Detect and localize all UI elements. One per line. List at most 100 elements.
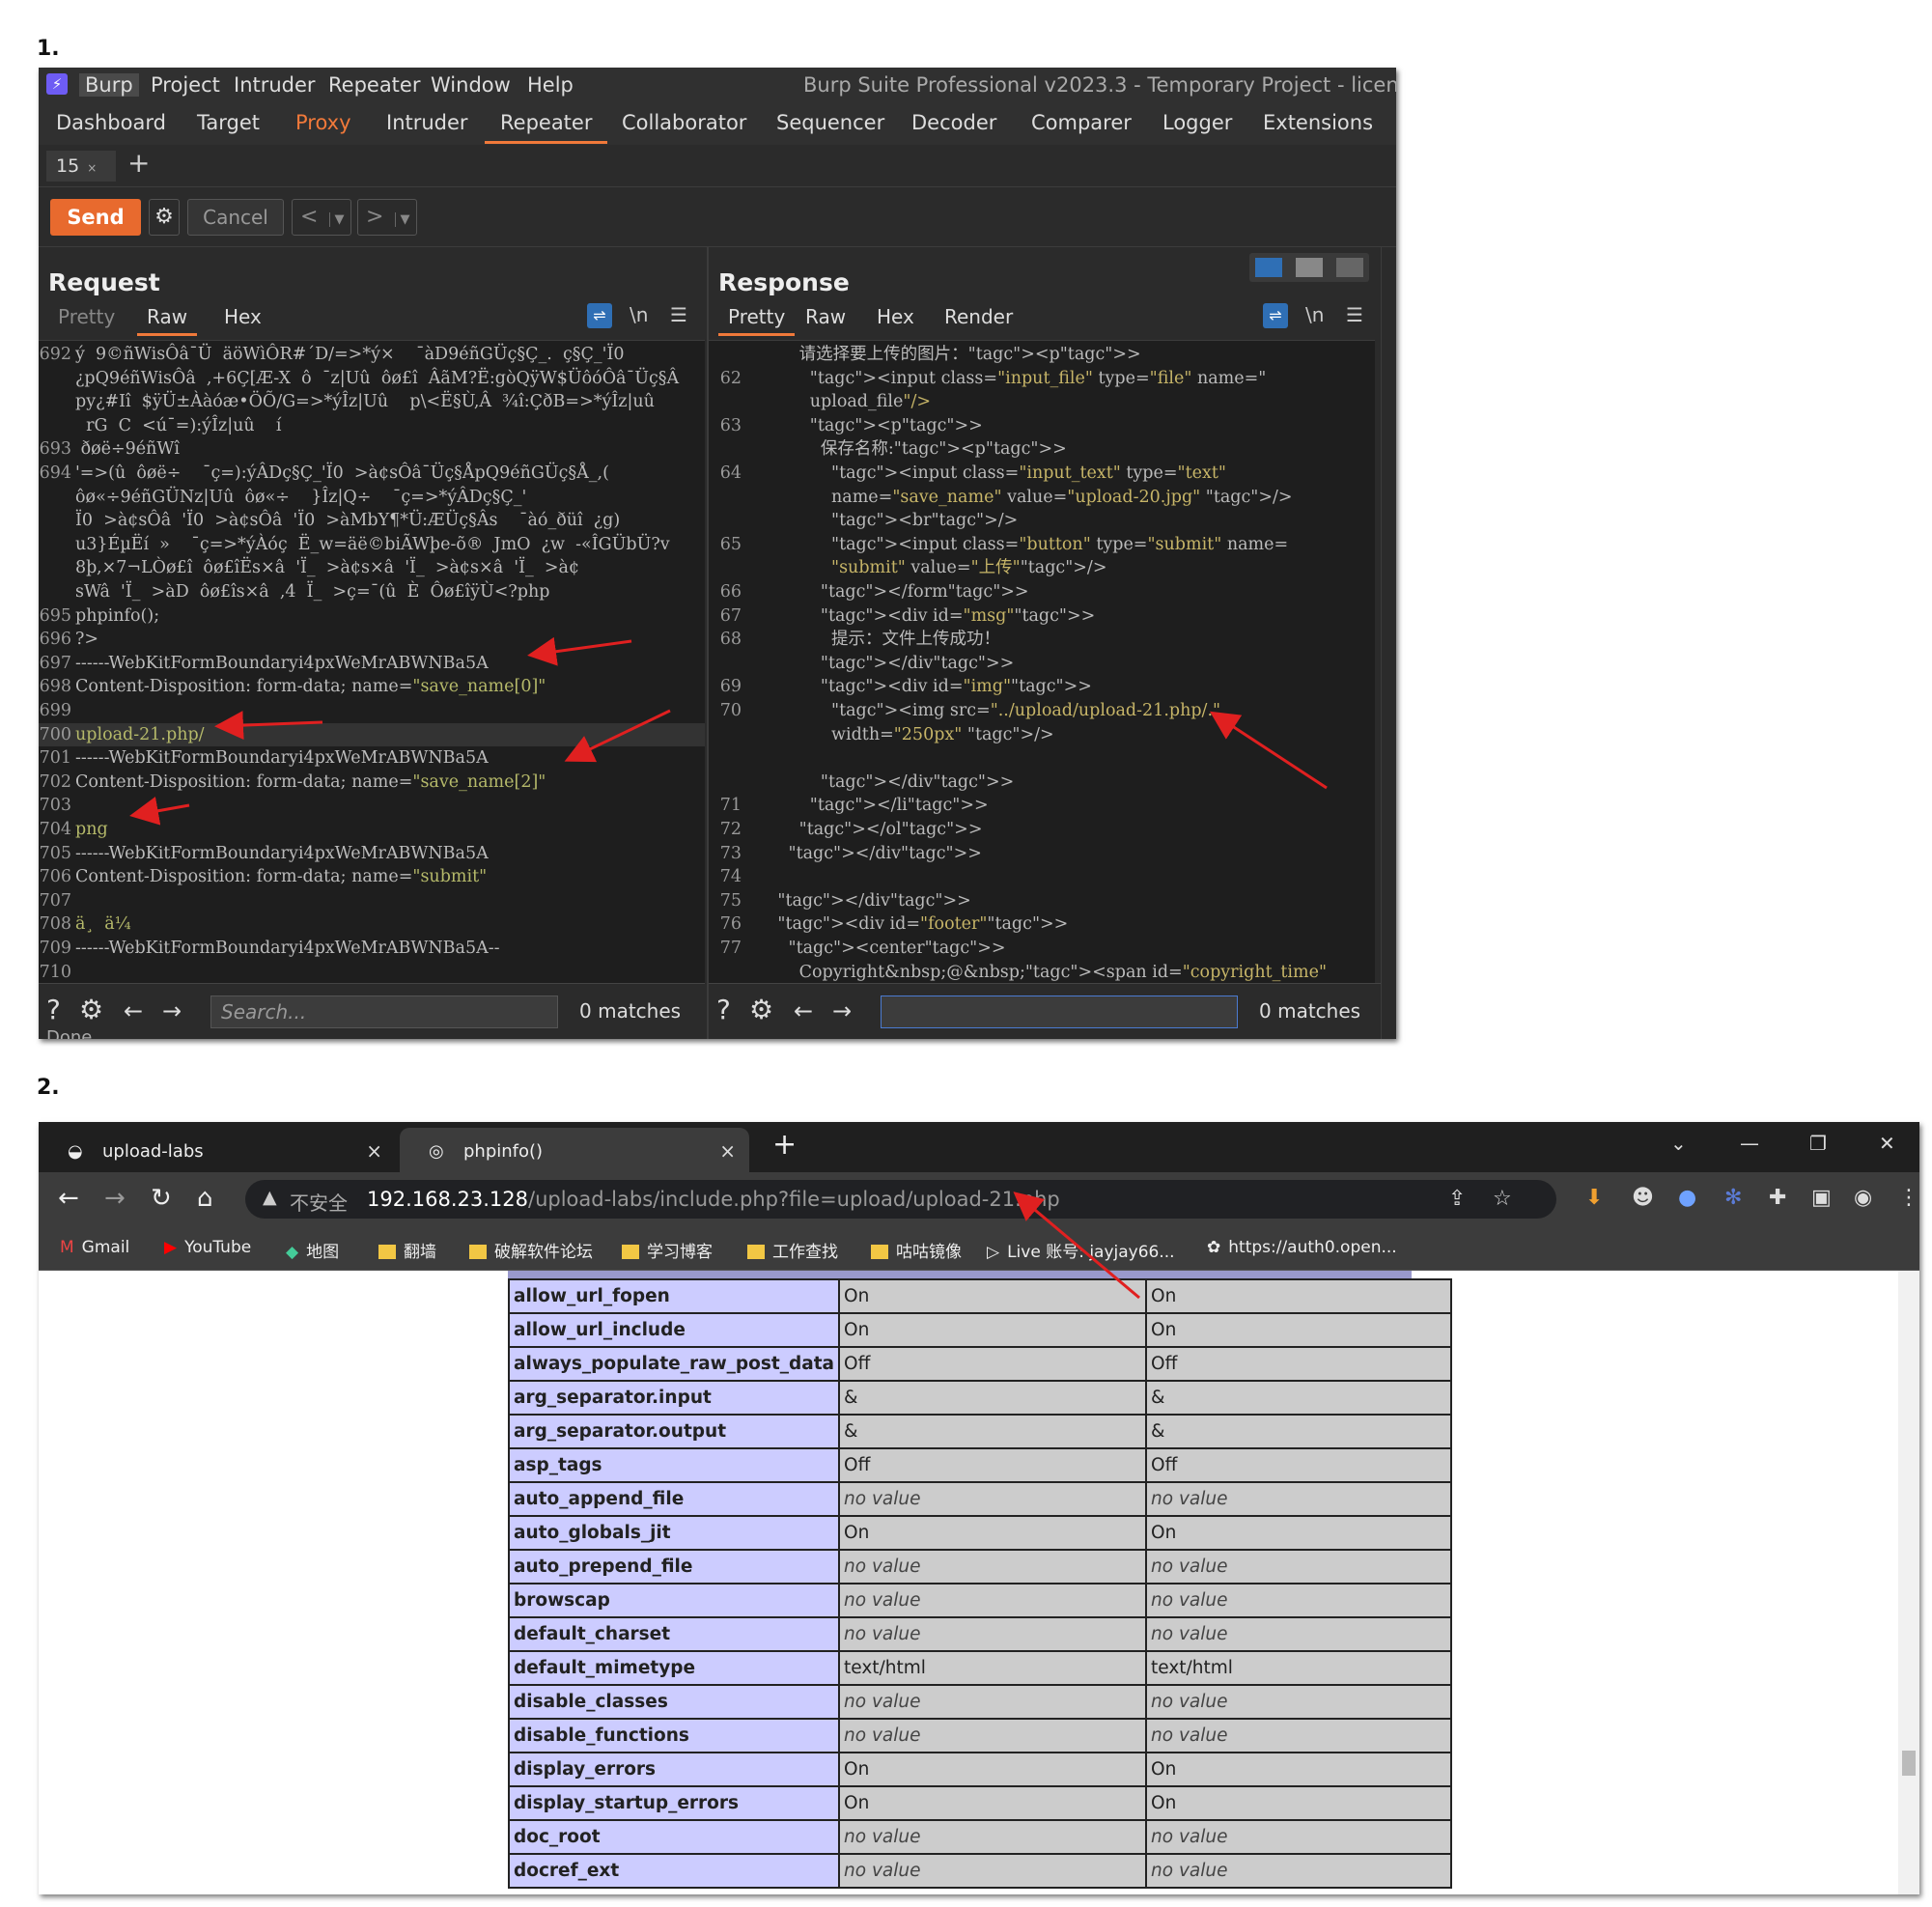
- bookmark-folder-1[interactable]: 翻墙: [378, 1238, 436, 1262]
- tab-comparer[interactable]: Comparer: [1031, 111, 1132, 134]
- menu-icon[interactable]: ☰: [670, 303, 687, 326]
- more-menu-icon[interactable]: ⋮: [1898, 1186, 1919, 1210]
- bookmark-star-icon[interactable]: ☆: [1493, 1187, 1512, 1211]
- home-icon[interactable]: ⌂: [197, 1184, 213, 1213]
- close-icon[interactable]: ×: [366, 1139, 382, 1163]
- newline-toggle-icon[interactable]: \n: [1305, 303, 1324, 326]
- line-text: ôø«÷9éñGÜNz|Uû ôø«÷ }Îz|Q÷ ¯ç=>*ýÂDç§Ç_': [75, 487, 527, 507]
- gear-icon[interactable]: ⚙: [149, 199, 180, 236]
- menu-icon[interactable]: ☰: [1346, 303, 1363, 326]
- extension-globe-icon[interactable]: ●: [1678, 1186, 1696, 1210]
- response-view-render[interactable]: Render: [944, 305, 1013, 328]
- layout-tabs-icon[interactable]: [1336, 258, 1363, 277]
- share-icon[interactable]: ⇪: [1448, 1187, 1466, 1211]
- tab-logger[interactable]: Logger: [1162, 111, 1232, 134]
- tab-target[interactable]: Target: [197, 111, 260, 134]
- response-code-line: 69 "tagc"><div id="img""tagc">>: [709, 675, 1375, 698]
- bookmark-folder-3[interactable]: 学习博客: [622, 1238, 713, 1262]
- tab-collaborator[interactable]: Collaborator: [622, 111, 746, 134]
- line-text: "tagc"><div id="footer""tagc">>: [777, 914, 1069, 935]
- menu-window[interactable]: Window: [431, 73, 511, 97]
- profile-avatar-icon[interactable]: ◉: [1854, 1186, 1872, 1210]
- request-editor[interactable]: 692 ý 9©ñWisÔâ¯Ü äöWìÔR#´D/=>*ý× ¯àD9éñGÜ…: [39, 340, 705, 983]
- tab-decoder[interactable]: Decoder: [911, 111, 996, 134]
- tab-upload-labs[interactable]: ◒ upload-labs ×: [39, 1128, 396, 1172]
- tab-extensions[interactable]: Extensions: [1263, 111, 1373, 134]
- menu-project[interactable]: Project: [151, 73, 220, 97]
- bookmark-gmail[interactable]: M Gmail: [60, 1238, 129, 1257]
- response-editor[interactable]: 请选择要上传的图片："tagc"><p"tagc">> 62 "tagc"><in…: [709, 340, 1375, 983]
- request-view-pretty[interactable]: Pretty: [58, 305, 115, 328]
- restore-icon[interactable]: ❐: [1809, 1132, 1827, 1155]
- tab-sequencer[interactable]: Sequencer: [776, 111, 884, 134]
- prev-match-icon[interactable]: ←: [124, 997, 143, 1024]
- request-view-hex[interactable]: Hex: [224, 305, 262, 328]
- bookmark-folder-5[interactable]: 咕咕镜像: [871, 1238, 962, 1262]
- menu-intruder[interactable]: Intruder: [234, 73, 316, 97]
- tab-dashboard[interactable]: Dashboard: [56, 111, 166, 134]
- response-view-raw[interactable]: Raw: [805, 305, 846, 328]
- minimize-icon[interactable]: —: [1740, 1132, 1759, 1155]
- close-icon[interactable]: ×: [87, 161, 97, 175]
- new-tab-button[interactable]: +: [772, 1128, 797, 1162]
- reload-icon[interactable]: ↻: [151, 1184, 172, 1213]
- wrap-lines-icon[interactable]: ⇌: [587, 303, 612, 328]
- back-history-button[interactable]: < ▼: [292, 199, 351, 236]
- forward-history-button[interactable]: > ▼: [357, 199, 417, 236]
- inspector-collapsed-panel[interactable]: [1381, 247, 1396, 1039]
- menu-repeater[interactable]: Repeater: [328, 73, 420, 97]
- menu-burp[interactable]: Burp: [79, 73, 139, 97]
- extension-react-icon[interactable]: ✻: [1724, 1186, 1742, 1210]
- forward-icon[interactable]: →: [104, 1184, 126, 1213]
- address-bar[interactable]: ▲ 不安全 192.168.23.128/upload-labs/include…: [245, 1180, 1556, 1219]
- bookmark-live[interactable]: ▷ Live 账号: jayjay66...: [987, 1238, 1175, 1262]
- close-icon[interactable]: ×: [719, 1139, 736, 1163]
- response-search-input[interactable]: [881, 996, 1238, 1028]
- tab-search-icon[interactable]: ⌄: [1670, 1132, 1687, 1155]
- send-button[interactable]: Send: [50, 199, 141, 236]
- response-code-line: name="save_name" value="upload-20.jpg" "…: [709, 486, 1375, 509]
- wrap-lines-icon[interactable]: ⇌: [1263, 303, 1288, 328]
- scrollbar-thumb[interactable]: [1902, 1751, 1916, 1776]
- add-tab-icon[interactable]: +: [127, 147, 150, 179]
- layout-toggle: [1249, 253, 1369, 282]
- tab-proxy[interactable]: Proxy: [295, 111, 351, 134]
- newline-toggle-icon[interactable]: \n: [630, 303, 648, 326]
- next-match-icon[interactable]: →: [832, 997, 852, 1024]
- bookmark-youtube[interactable]: ▶ YouTube: [164, 1238, 251, 1257]
- cancel-button[interactable]: Cancel: [187, 199, 284, 236]
- request-view-raw[interactable]: Raw: [136, 305, 198, 336]
- extensions-puzzle-icon[interactable]: ✚: [1769, 1186, 1786, 1210]
- menu-help[interactable]: Help: [527, 73, 574, 97]
- bookmark-maps[interactable]: ◆ 地图: [286, 1238, 339, 1262]
- next-match-icon[interactable]: →: [162, 997, 182, 1024]
- response-view-hex[interactable]: Hex: [877, 305, 914, 328]
- search-settings-icon[interactable]: ⚙: [79, 994, 103, 1025]
- tab-phpinfo[interactable]: ◎ phpinfo() ×: [400, 1128, 749, 1172]
- back-icon[interactable]: ←: [58, 1184, 79, 1213]
- response-code-line: 65 "tagc"><input class="button" type="su…: [709, 533, 1375, 556]
- live-icon: ▷: [987, 1243, 1000, 1262]
- bookmark-folder-4[interactable]: 工作查找: [747, 1238, 838, 1262]
- request-search-input[interactable]: Search...: [210, 996, 558, 1028]
- close-window-icon[interactable]: ✕: [1879, 1132, 1895, 1155]
- tab-intruder[interactable]: Intruder: [386, 111, 468, 134]
- response-code-line: 62 "tagc"><input class="input_file" type…: [709, 367, 1375, 390]
- layout-side-by-side-icon[interactable]: [1255, 258, 1282, 277]
- local-value: &: [838, 1380, 1148, 1416]
- bookmark-auth0[interactable]: ✿ https://auth0.open...: [1207, 1238, 1397, 1257]
- help-icon[interactable]: ?: [46, 994, 61, 1025]
- search-settings-icon[interactable]: ⚙: [749, 994, 773, 1025]
- bookmark-folder-2[interactable]: 破解软件论坛: [469, 1238, 593, 1262]
- help-icon[interactable]: ?: [716, 994, 731, 1025]
- tab-repeater[interactable]: Repeater: [484, 111, 609, 144]
- side-panel-icon[interactable]: ▣: [1811, 1186, 1832, 1210]
- page-scrollbar[interactable]: [1898, 1271, 1919, 1894]
- prev-match-icon[interactable]: ←: [794, 997, 813, 1024]
- url-text[interactable]: 192.168.23.128/upload-labs/include.php?f…: [367, 1188, 1060, 1211]
- extension-icon[interactable]: ⬇: [1585, 1186, 1603, 1210]
- response-view-pretty[interactable]: Pretty: [717, 305, 796, 336]
- repeater-tab-15[interactable]: 15 ×: [46, 151, 116, 182]
- extension-mask-icon[interactable]: ☻: [1632, 1186, 1654, 1210]
- layout-stacked-icon[interactable]: [1296, 258, 1323, 277]
